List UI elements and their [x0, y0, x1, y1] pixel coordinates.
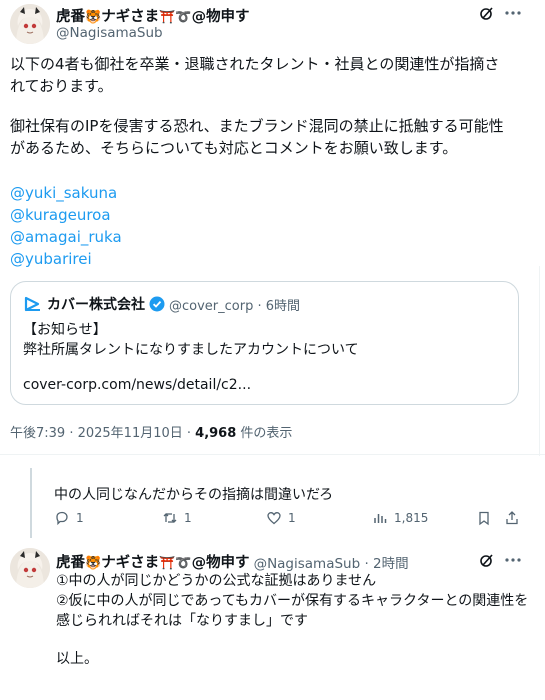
author-name[interactable]: 虎番🐯ナギさま⛩️➰@物申す [56, 551, 250, 572]
divider [0, 454, 545, 455]
quoted-tweet-card[interactable]: カバー株式会社 @cover_corp · 6時間 【お知らせ】 弊社所属タレン… [10, 281, 519, 405]
grok-icon[interactable] [477, 550, 497, 570]
more-options-icon[interactable] [503, 3, 523, 23]
action-bar: 1 1 1 1,815 [0, 510, 545, 532]
scrollbar[interactable] [539, 266, 545, 456]
display-name: 虎番 [56, 555, 85, 571]
display-name-suffix: @物申す [191, 555, 250, 571]
bookmark-icon [479, 511, 489, 526]
share-icon [506, 511, 518, 525]
author-name[interactable]: 虎番🐯ナギさま⛩️➰@物申す [56, 5, 250, 26]
cover-logo-icon [23, 294, 43, 314]
more-options-icon[interactable] [503, 550, 523, 570]
repost-icon [163, 513, 177, 523]
display-name-mid: ナギさま [101, 9, 160, 25]
tweet-body: 以下の4者も御社を卒業・退職されたタレント・社員との関連性が指摘さ れております… [10, 53, 530, 159]
reply-author-row: 虎番🐯ナギさま⛩️➰@物申す @NagisamaSub · 2時間 [56, 551, 409, 572]
views-count: 1,815 [394, 511, 429, 525]
analytics-icon [374, 514, 387, 523]
mention-link[interactable]: @kurageuroa [10, 204, 530, 226]
reply-button[interactable]: 1 [54, 510, 84, 526]
like-count: 1 [288, 511, 296, 525]
reply-parent-text: 中の人同じなんだからその指摘は間違いだろ [54, 487, 334, 503]
repost-count: 1 [184, 511, 192, 525]
reply-count: 1 [76, 511, 84, 525]
views-count: 4,968 [195, 426, 237, 441]
mention-link[interactable]: @amagai_ruka [10, 226, 530, 248]
tweet-line [10, 97, 530, 115]
mention-list: @yuki_sakuna @kurageuroa @amagai_ruka @y… [10, 182, 530, 270]
reply-line: ②仮に中の人が同じであってもカバーが保有するキャラクターとの関連性を [56, 593, 529, 609]
author-handle[interactable]: @NagisamaSub [56, 25, 163, 41]
snake-emoji-icon: ➰ [175, 556, 192, 571]
reply-line: 感じられればそれは「なりすまし」です [56, 613, 308, 629]
bookmark-button[interactable] [476, 510, 492, 526]
heart-icon [267, 512, 281, 525]
display-name-mid: ナギさま [101, 555, 160, 571]
share-button[interactable] [504, 510, 520, 526]
quoted-line: 【お知らせ】 [23, 322, 107, 338]
quoted-account-meta: @cover_corp · 6時間 [169, 298, 301, 314]
quoted-tweet-body: 【お知らせ】 弊社所属タレントになりすましたアカウントについて [23, 320, 359, 360]
tweet-line: 御社保有のIPを侵害する恐れ、またブランド混同の禁止に抵触する可能性 [10, 117, 504, 135]
snake-emoji-icon: ➰ [175, 10, 192, 25]
mention-link[interactable]: @yubarirei [10, 248, 530, 270]
views-button[interactable]: 1,815 [372, 510, 428, 526]
shrine-gate-emoji-icon: ⛩️ [159, 556, 176, 571]
tweet-timestamp[interactable]: 午後7:39 · 2025年11月10日 · 4,968 件の表示 [10, 422, 292, 441]
reply-line: ①中の人が同じかどうかの公式な証拠はありません [56, 573, 377, 589]
reply-line: 以上。 [56, 651, 98, 667]
display-name-suffix: @物申す [191, 9, 250, 25]
tweet-line: れております。 [10, 77, 113, 95]
author-handle-meta[interactable]: @NagisamaSub · 2時間 [254, 552, 409, 572]
reply-body: ①中の人が同じかどうかの公式な証拠はありません ②仮に中の人が同じであってもカバ… [56, 571, 536, 669]
display-name: 虎番 [56, 9, 85, 25]
tweet-line: があるため、そちらについても対応とコメントをお願い致します。 [10, 139, 458, 157]
shrine-gate-emoji-icon: ⛩️ [159, 10, 176, 25]
quoted-link[interactable]: cover-corp.com/news/detail/c2... [23, 377, 251, 393]
tiger-emoji-icon: 🐯 [85, 10, 102, 25]
tiger-emoji-icon: 🐯 [85, 556, 102, 571]
timestamp-text: 午後7:39 · 2025年11月10日 · [10, 426, 196, 441]
views-label: 件の表示 [236, 426, 293, 441]
quoted-account-name: カバー株式会社 [47, 297, 145, 313]
avatar[interactable] [10, 4, 50, 44]
repost-button[interactable]: 1 [162, 510, 192, 526]
tweet-line: 以下の4者も御社を卒業・退職されたタレント・社員との関連性が指摘さ [10, 55, 500, 73]
quoted-tweet-header: カバー株式会社 @cover_corp · 6時間 [23, 294, 300, 314]
grok-icon[interactable] [477, 3, 497, 23]
verified-badge-icon [149, 296, 165, 312]
mention-link[interactable]: @yuki_sakuna [10, 182, 530, 204]
avatar[interactable] [10, 548, 50, 588]
reply-icon [56, 511, 68, 526]
reply-line [56, 631, 536, 649]
quoted-line: 弊社所属タレントになりすましたアカウントについて [23, 342, 359, 358]
like-button[interactable]: 1 [266, 510, 296, 526]
